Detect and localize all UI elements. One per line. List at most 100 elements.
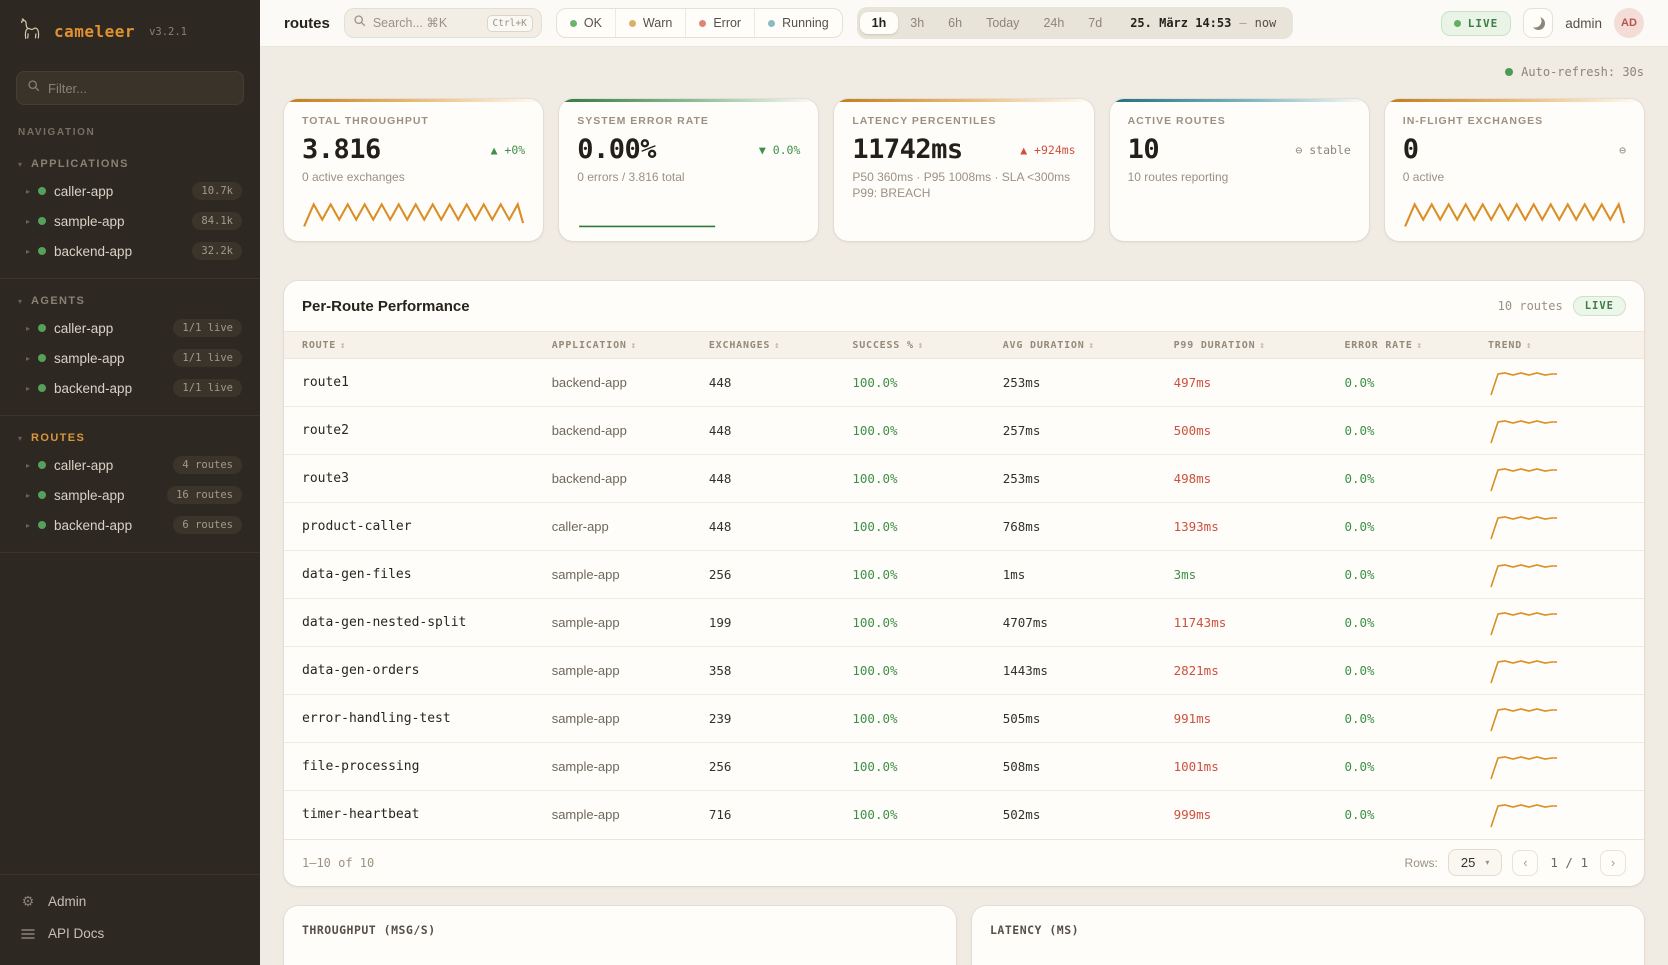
global-search[interactable]: Ctrl+K: [344, 8, 542, 38]
time-range-7d[interactable]: 7d: [1076, 12, 1114, 34]
table-row[interactable]: file-processingsample-app256100.0%508ms1…: [284, 743, 1644, 791]
table-row[interactable]: data-gen-filessample-app256100.0%1ms3ms0…: [284, 551, 1644, 599]
kpi-delta: ▲ +924ms: [1020, 143, 1075, 157]
filter-chip-ok[interactable]: OK: [557, 9, 616, 37]
time-range-6h[interactable]: 6h: [936, 12, 974, 34]
column-header-success[interactable]: SUCCESS %↕: [844, 332, 994, 359]
running-status-dot: [768, 20, 775, 27]
table-row[interactable]: route3backend-app448100.0%253ms498ms0.0%: [284, 455, 1644, 503]
kpi-delta: ▲ +0%: [491, 143, 526, 157]
filter-chip-running[interactable]: Running: [755, 9, 842, 37]
status-dot: [38, 384, 46, 392]
table-row[interactable]: route2backend-app448100.0%257ms500ms0.0%: [284, 407, 1644, 455]
sidebar-item-routes-sample-app[interactable]: ▸ sample-app 16 routes: [0, 480, 260, 510]
kpi-subtext: 0 active: [1403, 170, 1626, 184]
column-header-exchanges[interactable]: EXCHANGES↕: [701, 332, 845, 359]
sort-icon: ↕: [918, 341, 924, 351]
avatar[interactable]: AD: [1614, 8, 1644, 38]
kpi-subtext: 0 active exchanges: [302, 170, 525, 184]
chevron-down-icon: ▾: [18, 160, 22, 169]
application-cell: sample-app: [544, 791, 701, 839]
nav-section-label: NAVIGATION: [18, 127, 242, 138]
page-indicator: 1 / 1: [1548, 855, 1590, 870]
exchanges-cell: 448: [701, 359, 845, 407]
status-dot: [38, 217, 46, 225]
kpi-delta: ⊖ stable: [1295, 143, 1350, 157]
trend-cell: [1480, 791, 1644, 839]
routes-count: 10 routes: [1498, 299, 1563, 313]
sidebar-item-agents-backend-app[interactable]: ▸ backend-app 1/1 live: [0, 373, 260, 403]
prev-page-button[interactable]: ‹: [1512, 850, 1538, 876]
trend-sparkline: [1488, 609, 1560, 637]
column-header-route[interactable]: ROUTE↕: [284, 332, 544, 359]
search-icon: [27, 79, 40, 97]
kpi-system-error-rate: SYSTEM ERROR RATE 0.00% ▼ 0.0% 0 errors …: [559, 99, 818, 241]
column-header-application[interactable]: APPLICATION↕: [544, 332, 701, 359]
section-header-agents[interactable]: ▾ AGENTS: [0, 289, 260, 313]
sidebar-item-api-docs[interactable]: API Docs: [0, 918, 260, 949]
item-badge: 10.7k: [192, 182, 242, 200]
sidebar-item-agents-sample-app[interactable]: ▸ sample-app 1/1 live: [0, 343, 260, 373]
column-header-trend[interactable]: TREND↕: [1480, 332, 1644, 359]
item-label: API Docs: [48, 926, 104, 941]
table-row[interactable]: data-gen-orderssample-app358100.0%1443ms…: [284, 647, 1644, 695]
sidebar-item-applications-backend-app[interactable]: ▸ backend-app 32.2k: [0, 236, 260, 266]
trend-cell: [1480, 647, 1644, 695]
table-row[interactable]: data-gen-nested-splitsample-app199100.0%…: [284, 599, 1644, 647]
filter-chip-error[interactable]: Error: [686, 9, 755, 37]
sidebar-item-routes-caller-app[interactable]: ▸ caller-app 4 routes: [0, 450, 260, 480]
sidebar-item-admin[interactable]: ⚙ Admin: [0, 885, 260, 918]
chevron-right-icon: ▸: [26, 521, 30, 530]
trend-cell: [1480, 407, 1644, 455]
route-name-cell: data-gen-files: [284, 551, 544, 599]
table-row[interactable]: product-callercaller-app448100.0%768ms13…: [284, 503, 1644, 551]
theme-toggle-button[interactable]: [1523, 8, 1553, 38]
table-row[interactable]: timer-heartbeatsample-app716100.0%502ms9…: [284, 791, 1644, 839]
column-header-avg-duration[interactable]: AVG DURATION↕: [995, 332, 1166, 359]
search-input[interactable]: [373, 16, 480, 30]
rows-per-page-select[interactable]: 25 ▾: [1448, 849, 1502, 876]
kpi-in-flight-exchanges: IN-FLIGHT EXCHANGES 0 ⊖ 0 active: [1385, 99, 1644, 241]
next-page-button[interactable]: ›: [1600, 850, 1626, 876]
p99-duration-cell: 999ms: [1166, 791, 1337, 839]
section-header-routes[interactable]: ▾ ROUTES: [0, 426, 260, 450]
success-cell: 100.0%: [844, 647, 994, 695]
live-dot: [1454, 20, 1461, 27]
chip-label: Error: [713, 16, 741, 30]
column-header-p99-duration[interactable]: P99 DURATION↕: [1166, 332, 1337, 359]
table-row[interactable]: route1backend-app448100.0%253ms497ms0.0%: [284, 359, 1644, 407]
sidebar-item-applications-caller-app[interactable]: ▸ caller-app 10.7k: [0, 176, 260, 206]
date-range-display[interactable]: 25. März 14:53 — now: [1114, 16, 1290, 30]
live-toggle[interactable]: LIVE: [1441, 11, 1512, 36]
success-cell: 100.0%: [844, 455, 994, 503]
chip-label: Running: [782, 16, 829, 30]
ok-status-dot: [570, 20, 577, 27]
sidebar-filter[interactable]: [16, 71, 244, 105]
live-label: LIVE: [1468, 17, 1499, 30]
trend-cell: [1480, 743, 1644, 791]
application-cell: caller-app: [544, 503, 701, 551]
chevron-right-icon: ▸: [26, 354, 30, 363]
time-range-24h[interactable]: 24h: [1031, 12, 1076, 34]
user-name[interactable]: admin: [1565, 16, 1602, 31]
camel-logo-icon: [18, 16, 44, 47]
p99-duration-cell: 2821ms: [1166, 647, 1337, 695]
kpi-grid: TOTAL THROUGHPUT 3.816 ▲ +0% 0 active ex…: [284, 99, 1644, 241]
section-routes: ▾ ROUTES ▸ caller-app 4 routes ▸ sample-…: [0, 416, 260, 553]
sidebar-item-agents-caller-app[interactable]: ▸ caller-app 1/1 live: [0, 313, 260, 343]
section-header-applications[interactable]: ▾ APPLICATIONS: [0, 152, 260, 176]
sidebar-item-routes-backend-app[interactable]: ▸ backend-app 6 routes: [0, 510, 260, 540]
trend-cell: [1480, 599, 1644, 647]
time-range-today[interactable]: Today: [974, 12, 1031, 34]
filter-chip-warn[interactable]: Warn: [616, 9, 686, 37]
app-version: v3.2.1: [149, 26, 187, 38]
route-name-cell: data-gen-nested-split: [284, 599, 544, 647]
table-row[interactable]: error-handling-testsample-app239100.0%50…: [284, 695, 1644, 743]
column-header-error-rate[interactable]: ERROR RATE↕: [1336, 332, 1480, 359]
filter-input[interactable]: [48, 81, 233, 96]
avg-duration-cell: 505ms: [995, 695, 1166, 743]
sidebar-item-applications-sample-app[interactable]: ▸ sample-app 84.1k: [0, 206, 260, 236]
time-range-3h[interactable]: 3h: [898, 12, 936, 34]
sort-icon: ↕: [1259, 341, 1265, 351]
time-range-1h[interactable]: 1h: [860, 12, 899, 34]
